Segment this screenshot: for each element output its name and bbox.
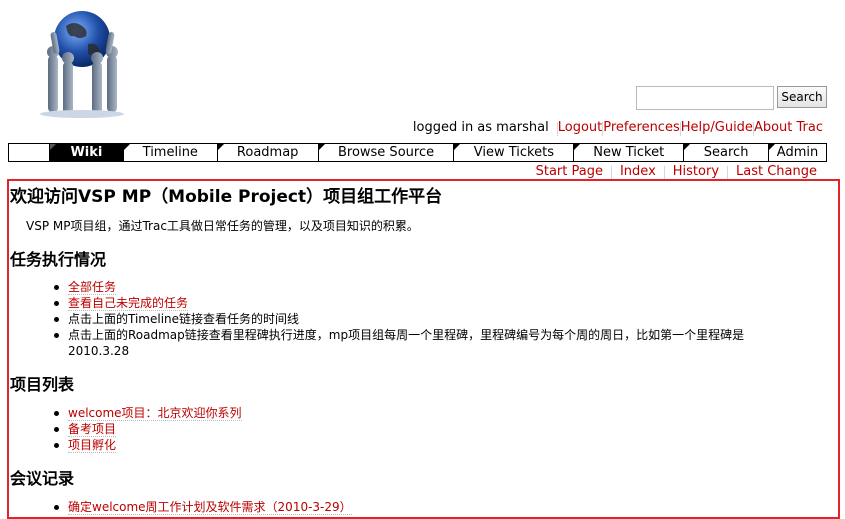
meeting-list: 确定welcome周工作计划及软件需求（2010-3-29）	[54, 499, 352, 515]
tab-admin[interactable]: Admin	[768, 144, 826, 161]
tab-timeline[interactable]: Timeline	[122, 144, 217, 161]
list-item[interactable]: 查看自己未完成的任务	[54, 295, 788, 311]
main-nav: Wiki Timeline Roadmap Browse Source View…	[8, 143, 827, 162]
tab-roadmap-label: Roadmap	[236, 145, 299, 160]
project-logo[interactable]	[8, 8, 158, 120]
tab-view-tickets-label: View Tickets	[473, 145, 554, 160]
tab-search-label: Search	[703, 145, 749, 160]
context-nav: Start Page Index History Last Change	[528, 164, 825, 180]
section-heading-tasks: 任务执行情况	[10, 250, 107, 269]
tab-corner	[217, 144, 224, 150]
tab-view-tickets[interactable]: View Tickets	[453, 144, 573, 161]
help-guide-link[interactable]: Help/Guide	[681, 120, 753, 136]
task-list: 全部任务 查看自己未完成的任务 点击上面的Timeline链接查看任务的时间线 …	[54, 279, 788, 359]
globe-people-icon	[40, 11, 124, 118]
history-link[interactable]: History	[665, 164, 727, 180]
tab-corner	[769, 144, 776, 150]
tab-corner	[684, 144, 691, 150]
tab-corner	[454, 144, 461, 150]
index-link[interactable]: Index	[612, 164, 664, 180]
tab-new-ticket-label: New Ticket	[593, 145, 665, 160]
meta-nav: logged in as marshal Logout Preferences …	[405, 120, 823, 136]
tab-corner	[574, 144, 581, 150]
list-item[interactable]: 备考项目	[54, 421, 242, 437]
list-item[interactable]: welcome项目：北京欢迎你系列	[54, 405, 242, 421]
search-input[interactable]	[636, 86, 774, 110]
tab-timeline-label: Timeline	[142, 145, 198, 160]
tab-corner	[318, 144, 325, 150]
tab-search[interactable]: Search	[683, 144, 768, 161]
list-item[interactable]: 确定welcome周工作计划及软件需求（2010-3-29）	[54, 499, 352, 515]
tab-browse-source-label: Browse Source	[337, 145, 435, 160]
page-title: 欢迎访问VSP MP（Mobile Project）项目组工作平台	[10, 187, 443, 207]
all-tasks-link[interactable]: 全部任务	[68, 280, 117, 295]
welcome-project-link[interactable]: welcome项目：北京欢迎你系列	[68, 406, 242, 421]
login-status: logged in as marshal	[412, 120, 549, 135]
section-heading-projects: 项目列表	[10, 375, 75, 394]
start-page-link[interactable]: Start Page	[528, 164, 611, 180]
wiki-content: 欢迎访问VSP MP（Mobile Project）项目组工作平台 VSP MP…	[7, 179, 840, 519]
list-item[interactable]: 全部任务	[54, 279, 788, 295]
meeting-link[interactable]: 确定welcome周工作计划及软件需求（2010-3-29）	[68, 500, 352, 515]
tab-browse-source[interactable]: Browse Source	[317, 144, 454, 161]
incubation-project-link[interactable]: 项目孵化	[68, 438, 117, 453]
list-item: 点击上面的Roadmap链接查看里程碑执行进度，mp项目组每周一个里程碑，里程碑…	[54, 327, 788, 359]
my-open-tasks-link[interactable]: 查看自己未完成的任务	[68, 296, 189, 311]
tab-corner	[49, 144, 56, 150]
tab-corner	[123, 144, 130, 150]
about-trac-link[interactable]: About Trac	[754, 120, 823, 136]
project-list: welcome项目：北京欢迎你系列 备考项目 项目孵化	[54, 405, 242, 453]
last-change-link[interactable]: Last Change	[728, 164, 825, 180]
search-button[interactable]: Search	[777, 86, 827, 108]
intro-text: VSP MP项目组，通过Trac工具做日常任务的管理，以及项目知识的积累。	[26, 219, 419, 233]
preferences-link[interactable]: Preferences	[603, 120, 679, 136]
tab-wiki[interactable]: Wiki	[48, 144, 123, 161]
tab-new-ticket[interactable]: New Ticket	[573, 144, 683, 161]
logout-link[interactable]: Logout	[558, 120, 603, 136]
tab-roadmap[interactable]: Roadmap	[216, 144, 318, 161]
section-heading-meetings: 会议记录	[10, 469, 75, 488]
list-item: 点击上面的Timeline链接查看任务的时间线	[54, 311, 788, 327]
exam-project-link[interactable]: 备考项目	[68, 422, 117, 437]
tab-admin-label: Admin	[776, 145, 819, 160]
list-item[interactable]: 项目孵化	[54, 437, 242, 453]
tab-wiki-label: Wiki	[70, 145, 103, 160]
